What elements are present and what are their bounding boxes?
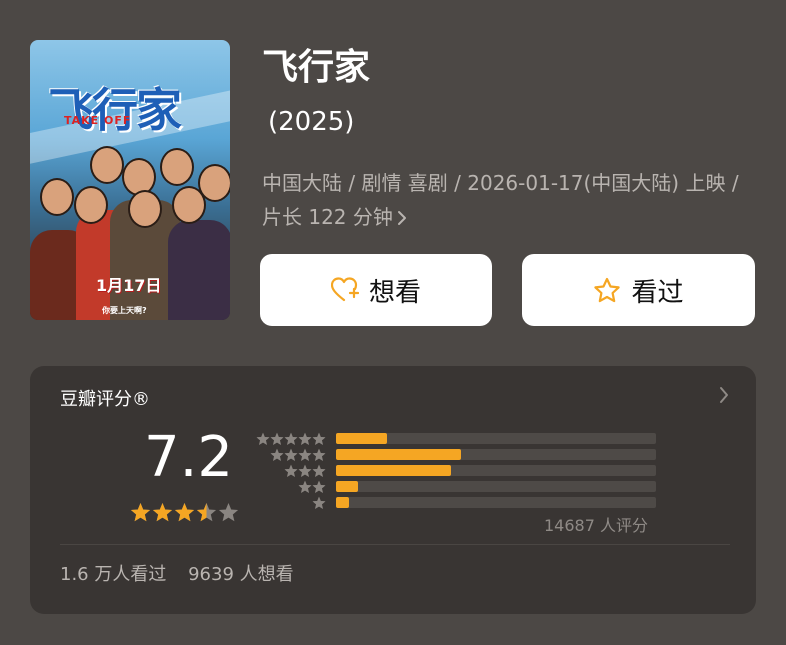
small-star-icon <box>298 432 312 445</box>
poster-release-date: 1月17日 <box>96 276 162 295</box>
rating-bar-fill <box>336 481 358 492</box>
row-star-icons <box>256 432 326 446</box>
rating-bar-fill <box>336 465 451 476</box>
poster-face <box>74 186 108 224</box>
audience-stats: 1.6 万人看过 9639 人想看 <box>60 562 310 588</box>
poster-face <box>40 178 74 216</box>
rating-stars <box>130 502 239 523</box>
rating-distribution-row <box>256 448 656 462</box>
star-icon <box>130 503 151 522</box>
star-icon <box>218 503 239 522</box>
rating-distribution-row <box>256 432 656 446</box>
watched-count: 1.6 万人看过 <box>60 564 167 585</box>
small-star-icon <box>270 432 284 445</box>
small-star-icon <box>312 464 326 477</box>
rating-bar-track <box>336 433 656 444</box>
movie-poster[interactable]: 飞行家 TAKE OFF 1月17日 你要上天啊? <box>30 40 230 320</box>
poster-subtitle: TAKE OFF <box>64 114 132 127</box>
row-star-icons <box>312 496 326 510</box>
small-star-icon <box>298 480 312 493</box>
small-star-icon <box>284 448 298 461</box>
want-to-watch-label: 想看 <box>368 277 421 308</box>
small-star-icon <box>312 480 326 493</box>
rating-distribution-row <box>256 464 656 478</box>
small-star-icon <box>284 432 298 445</box>
rating-bar-track <box>336 481 656 492</box>
small-star-icon <box>312 432 326 445</box>
rating-bar-track <box>336 449 656 460</box>
movie-meta-text: 中国大陆 / 剧情 喜剧 / 2026-01-17(中国大陆) 上映 / 片长 … <box>262 171 739 229</box>
watched-button[interactable]: 看过 <box>522 254 755 326</box>
poster-tagline: 你要上天啊? <box>102 306 147 315</box>
chevron-right-icon[interactable] <box>718 386 730 410</box>
want-to-watch-count: 9639 人想看 <box>188 564 294 585</box>
small-star-icon <box>312 496 326 509</box>
rating-bar-fill <box>336 449 461 460</box>
small-star-icon <box>256 432 270 445</box>
rating-section-title: 豆瓣评分® <box>60 389 150 410</box>
rating-count: 14687 人评分 <box>544 516 648 535</box>
rating-bar-track <box>336 497 656 508</box>
small-star-icon <box>298 464 312 477</box>
poster-face <box>90 146 124 184</box>
star-icon <box>174 503 195 522</box>
poster-face <box>128 190 162 228</box>
star-outline-icon <box>593 277 621 304</box>
chevron-right-icon <box>397 205 407 229</box>
row-star-icons <box>270 448 326 462</box>
poster-face <box>160 148 194 186</box>
rating-distribution-row <box>256 496 656 510</box>
star-icon <box>196 503 217 522</box>
rating-bar-track <box>336 465 656 476</box>
row-star-icons <box>284 464 326 478</box>
small-star-icon <box>298 448 312 461</box>
watched-label: 看过 <box>631 277 684 308</box>
small-star-icon <box>270 448 284 461</box>
rating-bar-fill <box>336 433 387 444</box>
small-star-icon <box>312 448 326 461</box>
poster-title: 飞行家 <box>48 83 182 137</box>
rating-score: 7.2 <box>144 425 234 490</box>
rating-card[interactable]: 豆瓣评分® 7.2 14687 人评分 1.6 万人看过 9639 人想看 <box>30 366 756 614</box>
movie-meta[interactable]: 中国大陆 / 剧情 喜剧 / 2026-01-17(中国大陆) 上映 / 片长 … <box>262 166 752 234</box>
star-icon <box>152 503 173 522</box>
rating-bar-fill <box>336 497 349 508</box>
row-star-icons <box>298 480 326 494</box>
poster-face <box>198 164 230 202</box>
want-to-watch-button[interactable]: 想看 <box>260 254 492 326</box>
movie-title: 飞行家 <box>262 47 371 88</box>
rating-distribution-row <box>256 480 656 494</box>
heart-plus-icon <box>330 277 359 303</box>
movie-year: (2025) <box>268 107 355 137</box>
divider <box>60 544 730 545</box>
small-star-icon <box>284 464 298 477</box>
poster-figure <box>168 220 230 320</box>
